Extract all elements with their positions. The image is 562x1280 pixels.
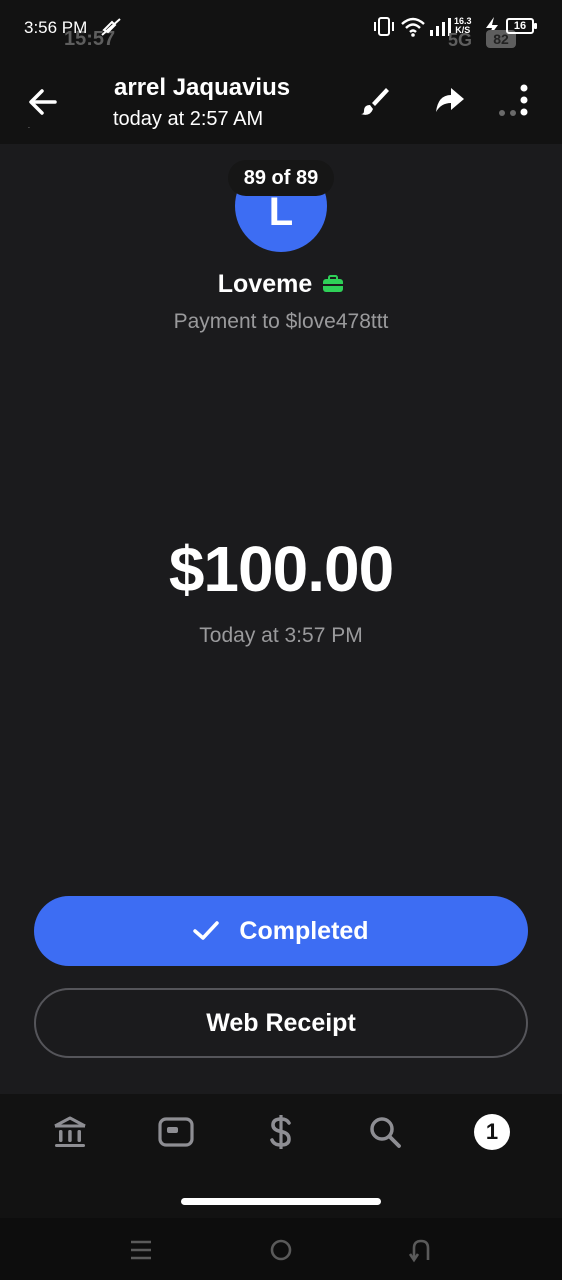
activity-badge-icon: 1 (474, 1114, 510, 1150)
payment-detail: L 89 of 89 Loveme Payment to $love478ttt… (0, 144, 562, 1094)
checkmark-icon (193, 921, 220, 940)
dollar-icon (270, 1115, 291, 1149)
tab-card[interactable] (156, 1112, 196, 1152)
home-indicator (181, 1198, 381, 1205)
payment-recipient: Payment to $love478ttt (173, 310, 389, 333)
ghost-network: 5G (448, 30, 473, 50)
more-options-icon[interactable] (496, 82, 536, 122)
system-nav-bar (0, 1218, 562, 1280)
card-icon (158, 1117, 194, 1147)
payee-row: Loveme (0, 270, 562, 299)
payment-amount: $100.00 (168, 533, 394, 605)
share-icon[interactable] (433, 84, 467, 118)
recent-apps-icon[interactable] (126, 1236, 156, 1264)
header-timestamp: today at 2:57 AM (113, 108, 264, 130)
vibrate-icon (374, 17, 394, 36)
battery-icon: 16 (506, 18, 537, 34)
bank-icon (54, 1116, 86, 1147)
tab-activity[interactable]: 1 (472, 1112, 512, 1152)
back-arrow-icon[interactable] (18, 78, 68, 128)
header-contact-name: arrel Jaquavius (114, 74, 291, 101)
completed-button[interactable]: Completed (34, 896, 528, 966)
tab-banking[interactable] (50, 1112, 90, 1152)
status-bar: 15:57 3:56 PM 16.3 K/S 5G 82 16 (0, 0, 562, 58)
tab-money[interactable] (261, 1112, 301, 1152)
search-icon (370, 1117, 401, 1148)
tab-search[interactable] (365, 1112, 405, 1152)
wifi-icon (401, 17, 425, 37)
bottom-tab-bar: 1 (0, 1094, 562, 1218)
photo-counter: 89 of 89 (228, 160, 334, 196)
muted-hand-icon (101, 18, 121, 36)
home-circle-icon[interactable] (266, 1236, 296, 1264)
payment-time: Today at 3:57 PM (199, 624, 363, 647)
business-briefcase-icon (323, 274, 344, 292)
web-receipt-label: Web Receipt (206, 1008, 356, 1037)
status-time: 3:56 PM (24, 18, 88, 37)
back-nav-icon[interactable] (406, 1236, 436, 1264)
payee-name: Loveme (217, 270, 313, 298)
top-app-bar: arrel Jaquavius today at 2:57 AM (0, 58, 562, 144)
web-receipt-button[interactable]: Web Receipt (34, 988, 528, 1058)
completed-label: Completed (239, 916, 369, 945)
paintbrush-icon[interactable] (358, 84, 392, 118)
